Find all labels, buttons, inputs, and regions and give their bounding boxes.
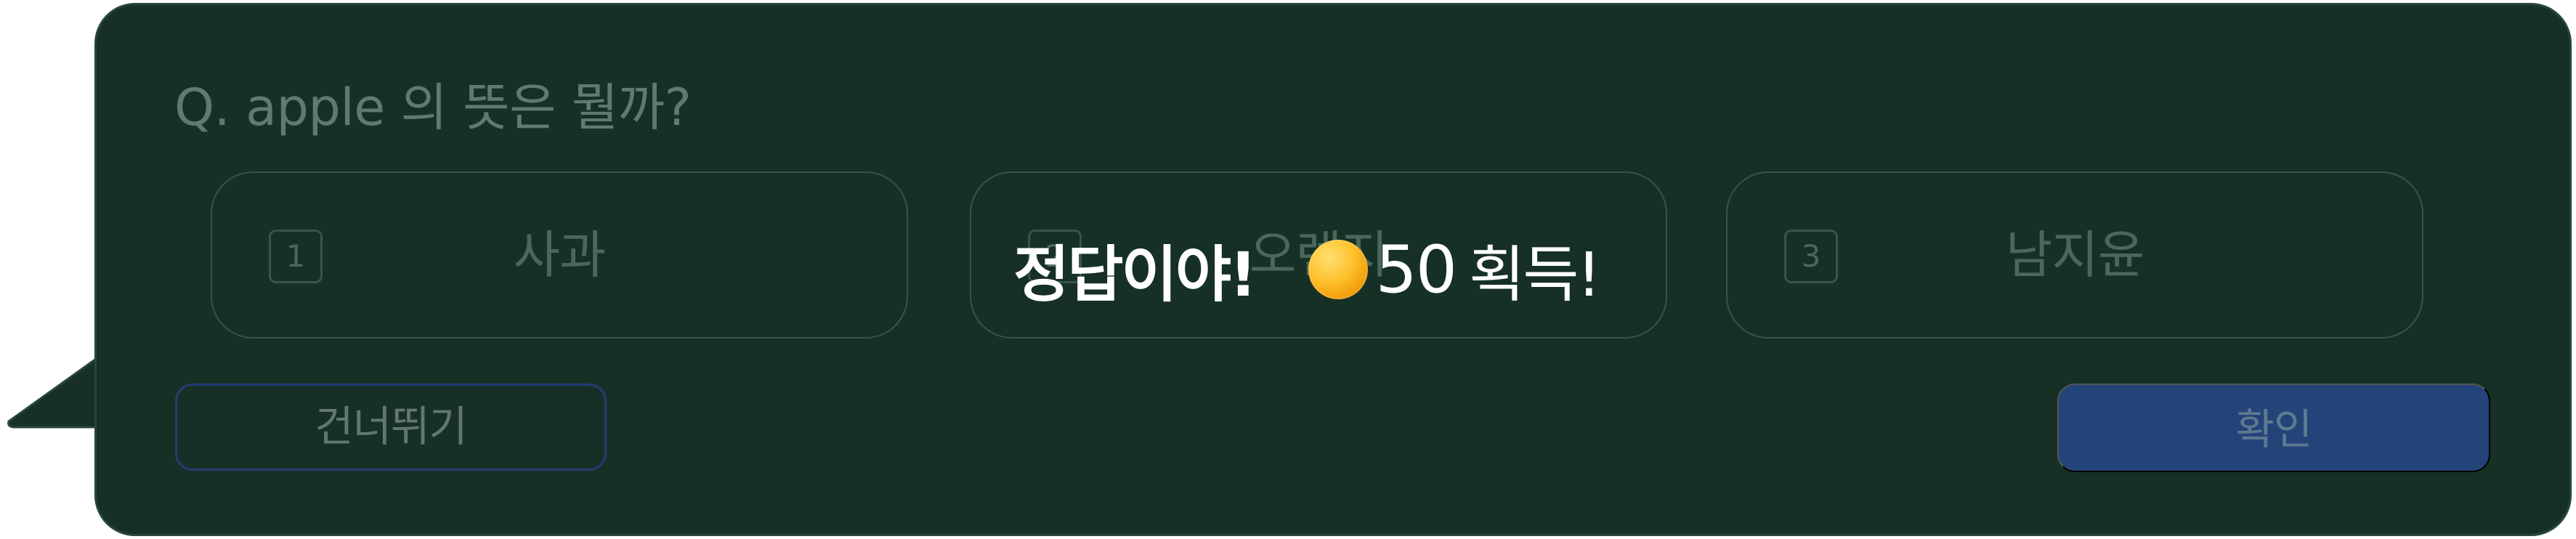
quiz-speech-bubble: Q. apple 의 뜻은 뭘까? 1 사과 2 오렌지 3 남지윤 정답이야!… [0, 0, 2576, 539]
confirm-button[interactable]: 확인 [2057, 384, 2490, 472]
correct-answer-feedback: 정답이야! 50 획득! [1013, 230, 1601, 310]
option-label-1: 사과 [513, 225, 607, 285]
feedback-title: 정답이야! [1013, 238, 1257, 310]
question-text: Q. apple 의 뜻은 뭘까? [174, 78, 692, 137]
reward-amount: 50 [1375, 231, 1457, 308]
coin-icon [1308, 240, 1369, 299]
reward-suffix: 획득! [1468, 238, 1601, 310]
answer-option-3[interactable]: 3 남지윤 [1726, 171, 2423, 339]
answer-option-1[interactable]: 1 사과 [211, 171, 908, 339]
option-label-3: 남지윤 [2005, 225, 2144, 285]
skip-button[interactable]: 건너뛰기 [175, 384, 607, 471]
